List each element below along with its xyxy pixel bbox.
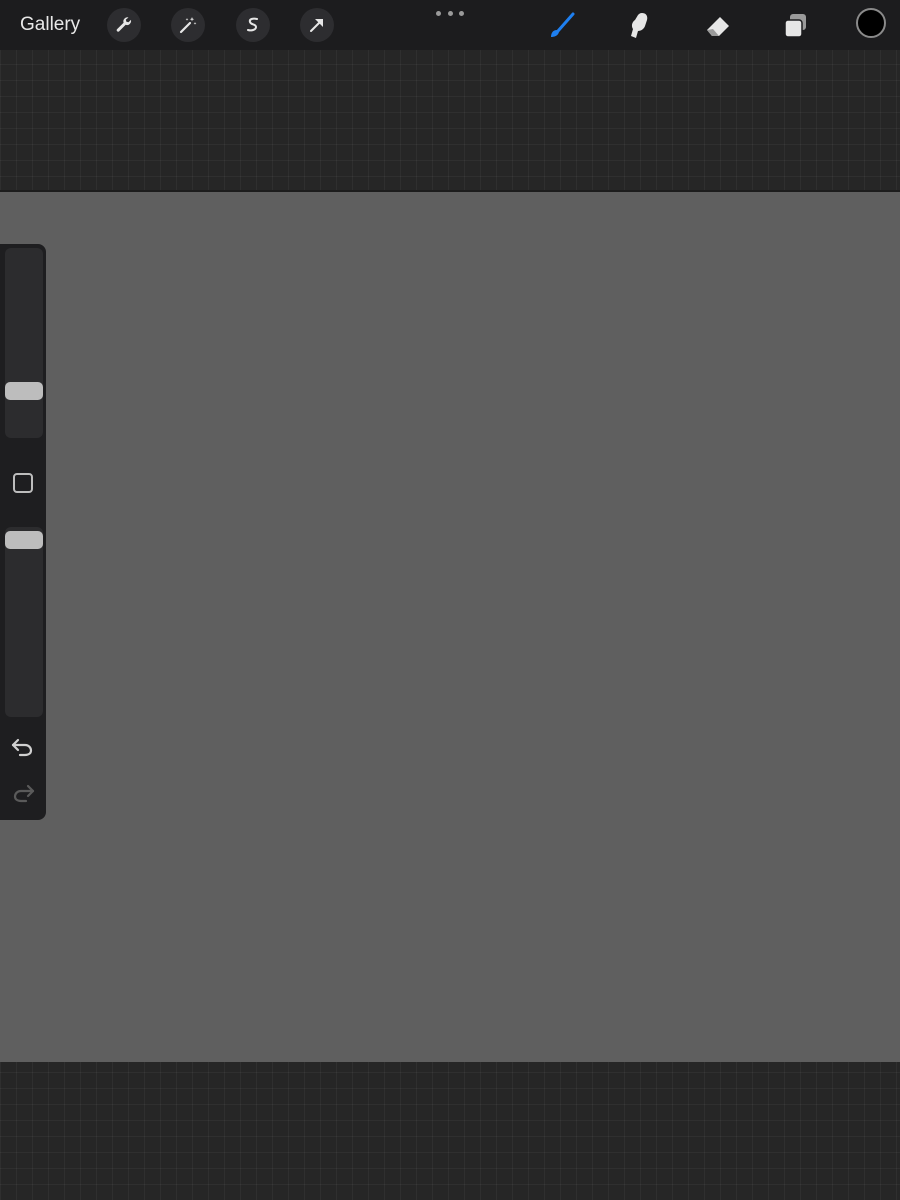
- gallery-button[interactable]: Gallery: [20, 14, 80, 36]
- smudge-tool-button[interactable]: [624, 10, 656, 42]
- color-picker-button[interactable]: [856, 8, 886, 38]
- actions-button[interactable]: [107, 8, 141, 42]
- side-toolbar: [0, 244, 46, 820]
- brush-tool-button[interactable]: [546, 10, 578, 42]
- selection-icon: [247, 17, 258, 32]
- dot-icon: [436, 10, 441, 16]
- brush-size-thumb[interactable]: [5, 382, 43, 400]
- dot-icon: [447, 10, 453, 16]
- layers-icon: [784, 14, 806, 38]
- drawing-canvas[interactable]: [0, 190, 900, 1062]
- redo-icon: [13, 784, 35, 803]
- undo-button[interactable]: [10, 736, 36, 758]
- eraser-tool-button[interactable]: [702, 10, 734, 42]
- magic-wand-icon: [179, 17, 197, 34]
- more-options-button[interactable]: [436, 6, 464, 20]
- brush-size-slider[interactable]: [5, 248, 43, 438]
- layers-button[interactable]: [780, 10, 812, 42]
- top-toolbar: Gallery: [0, 0, 900, 50]
- transform-button[interactable]: [300, 8, 334, 42]
- opacity-slider[interactable]: [5, 527, 43, 717]
- undo-icon: [11, 738, 33, 757]
- smudge-finger-icon: [631, 13, 648, 38]
- modify-button[interactable]: [13, 473, 33, 493]
- wrench-icon: [116, 17, 132, 32]
- dot-icon: [459, 10, 464, 16]
- transform-arrow-icon: [310, 19, 323, 32]
- brush-icon: [551, 12, 575, 37]
- opacity-thumb[interactable]: [5, 531, 43, 549]
- selection-button[interactable]: [236, 8, 270, 42]
- canvas-artwork-placeholder: [0, 192, 900, 1062]
- eraser-icon: [707, 17, 729, 36]
- redo-button[interactable]: [10, 782, 36, 804]
- adjustments-button[interactable]: [171, 8, 205, 42]
